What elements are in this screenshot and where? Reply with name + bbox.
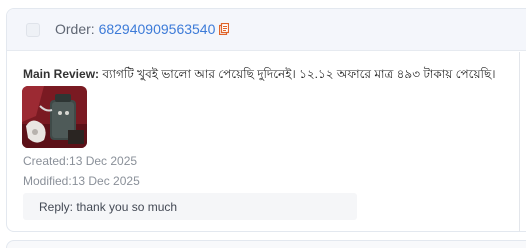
copy-icon[interactable] bbox=[219, 23, 230, 35]
order-line: Order: 682940909563540 bbox=[55, 21, 230, 37]
next-review-card bbox=[6, 240, 526, 248]
select-checkbox[interactable] bbox=[26, 23, 40, 37]
main-review-text: ব্যাগটি খুবই ভালো আর পেয়েছি দুদিনেই। ১২… bbox=[102, 67, 496, 81]
modified-date: Modified:13 Dec 2025 bbox=[23, 174, 140, 188]
review-card: Order: 682940909563540 Main Review: ব্যা… bbox=[6, 8, 526, 232]
created-date: Created:13 Dec 2025 bbox=[23, 154, 138, 168]
reply-text: Reply: thank you so much bbox=[39, 200, 178, 214]
review-photo-thumbnail[interactable] bbox=[22, 86, 87, 148]
order-number-link[interactable]: 682940909563540 bbox=[99, 21, 216, 37]
order-label: Order: bbox=[55, 21, 95, 37]
scrollbar-track[interactable] bbox=[519, 52, 520, 232]
main-review: Main Review: ব্যাগটি খুবই ভালো আর পেয়েছ… bbox=[23, 66, 496, 86]
card-header: Order: 682940909563540 bbox=[7, 9, 526, 51]
main-review-label: Main Review: bbox=[23, 67, 100, 81]
reply-box: Reply: thank you so much bbox=[23, 193, 357, 220]
